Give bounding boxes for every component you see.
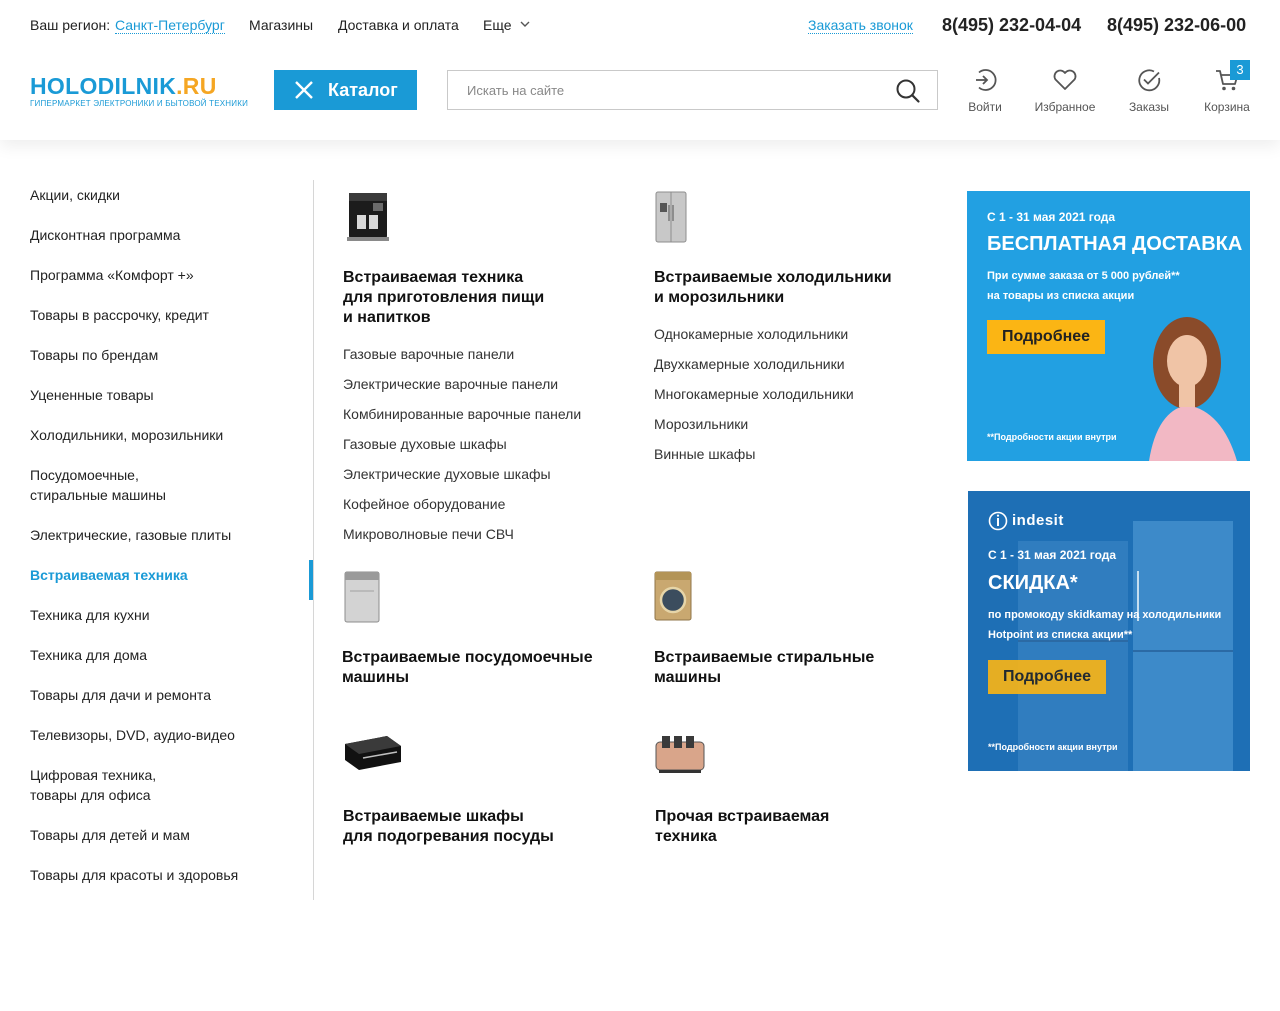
subcategory-link[interactable]: Комбинированные варочные панели [343, 399, 623, 429]
nav-link-stores[interactable]: Магазины [249, 17, 313, 33]
banner-text: по промокоду skidkamay на холодильники H… [988, 609, 1222, 641]
search-icon[interactable] [895, 78, 921, 104]
category-other-built-in: Прочая встраиваемая техника [655, 730, 945, 847]
subcategory-link[interactable]: Электрические варочные панели [343, 369, 623, 399]
phone-number-2[interactable]: 8(495) 232-06-00 [1107, 15, 1246, 36]
subcategory-link[interactable]: Двухкамерные холодильники [654, 349, 944, 379]
search-input[interactable] [448, 71, 878, 109]
promo-banner-free-delivery[interactable]: С 1 - 31 мая 2021 года БЕСПЛАТНАЯ ДОСТАВ… [967, 191, 1250, 461]
sidebar-item-beauty[interactable]: Товары для красоты и здоровья [30, 865, 238, 885]
toaster-image[interactable] [655, 730, 705, 782]
subcategory-list: Газовые варочные панели Электрические ва… [343, 339, 623, 549]
search-box [447, 70, 938, 110]
category-title[interactable]: Встраиваемые стиральные машины [654, 648, 944, 688]
category-dishwashers: Встраиваемые посудомоечные машины [342, 571, 632, 688]
nav-link-delivery[interactable]: Доставка и оплата [338, 17, 459, 33]
warming-drawer-image[interactable] [343, 730, 403, 782]
category-warming-drawers: Встраиваемые шкафы для подогревания посу… [343, 730, 633, 847]
promo-banner-discount[interactable]: indesit С 1 - 31 мая 2021 года СКИДКА* п… [968, 491, 1250, 771]
login-label: Войти [968, 100, 1002, 114]
sidebar-item-kitchen[interactable]: Техника для кухни [30, 605, 150, 625]
banner-title: СКИДКА* [988, 572, 1078, 594]
sidebar-item-discount-program[interactable]: Дисконтная программа [30, 225, 180, 245]
subcategory-list: Однокамерные холодильники Двухкамерные х… [654, 319, 944, 469]
sidebar-item-built-in[interactable]: Встраиваемая техника [30, 565, 188, 585]
subcategory-link[interactable]: Электрические духовые шкафы [343, 459, 623, 489]
banner-footnote: **Подробности акции внутри [987, 432, 1117, 442]
fridge-image[interactable] [654, 191, 704, 243]
site-header: Ваш регион: Санкт-Петербург Магазины Дос… [0, 0, 1280, 140]
category-cooking: Встраиваемая техника для приготовления п… [343, 191, 623, 549]
coffee-machine-image[interactable] [343, 191, 393, 243]
subcategory-link[interactable]: Винные шкафы [654, 439, 944, 469]
orders-label: Заказы [1128, 100, 1170, 114]
category-title[interactable]: Встраиваемые холодильники и морозильники [654, 268, 944, 308]
sidebar-item-discounted[interactable]: Уцененные товары [30, 385, 154, 405]
orders-action[interactable]: Заказы [1109, 66, 1189, 114]
cart-label: Корзина [1204, 100, 1250, 114]
banner-footnote: **Подробности акции внутри [988, 742, 1118, 752]
heart-icon [1053, 69, 1077, 90]
cart-count-badge: 3 [1230, 60, 1250, 80]
catalog-button-label: Каталог [328, 79, 398, 100]
category-fridges: Встраиваемые холодильники и морозильники… [654, 191, 944, 469]
catalog-sidebar: Акции, скидки Дисконтная программа Прогр… [0, 180, 314, 900]
category-washing-machines: Встраиваемые стиральные машины [654, 571, 944, 688]
sidebar-item-home[interactable]: Техника для дома [30, 645, 147, 665]
sidebar-item-garden[interactable]: Товары для дачи и ремонта [30, 685, 211, 705]
banner-title: БЕСПЛАТНАЯ ДОСТАВКА [987, 233, 1243, 255]
sidebar-item-brands[interactable]: Товары по брендам [30, 345, 158, 365]
region-label: Ваш регион: [30, 17, 111, 33]
sidebar-item-digital[interactable]: Цифровая техника, товары для офиса [30, 765, 156, 805]
category-title[interactable]: Встраиваемая техника для приготовления п… [343, 268, 623, 328]
catalog-button[interactable]: Каталог [274, 70, 417, 110]
sidebar-item-kids[interactable]: Товары для детей и мам [30, 825, 190, 845]
cart-action[interactable]: Корзина [1187, 66, 1267, 114]
sidebar-item-comfort-program[interactable]: Программа «Комфорт +» [30, 265, 194, 285]
banner-text: При сумме заказа от 5 000 рублей** на то… [987, 270, 1180, 302]
category-title[interactable]: Встраиваемые посудомоечные машины [342, 648, 632, 688]
category-title[interactable]: Встраиваемые шкафы для подогревания посу… [343, 807, 633, 847]
nav-link-more[interactable]: Еще [483, 17, 512, 33]
subcategory-link[interactable]: Кофейное оборудование [343, 489, 623, 519]
topbar: Ваш регион: Санкт-Петербург Магазины Дос… [0, 0, 1280, 50]
chevron-down-icon[interactable] [520, 19, 530, 29]
sidebar-item-fridges[interactable]: Холодильники, морозильники [30, 425, 223, 445]
subcategory-link[interactable]: Газовые духовые шкафы [343, 429, 623, 459]
category-title[interactable]: Прочая встраиваемая техника [655, 807, 945, 847]
check-circle-icon [1138, 69, 1161, 92]
indesit-logo-icon [988, 511, 1008, 531]
woman-photo-image [1149, 317, 1237, 461]
dishwasher-image[interactable] [342, 571, 392, 623]
sidebar-item-stoves[interactable]: Электрические, газовые плиты [30, 525, 231, 545]
washing-machine-image[interactable] [654, 571, 704, 623]
banner-details-button[interactable]: Подробнее [988, 660, 1106, 694]
phone-number-1[interactable]: 8(495) 232-04-04 [942, 15, 1081, 36]
subcategory-link[interactable]: Микроволновые печи СВЧ [343, 519, 623, 549]
sidebar-item-washers[interactable]: Посудомоечные, стиральные машины [30, 465, 166, 505]
sidebar-item-tv[interactable]: Телевизоры, DVD, аудио-видео [30, 725, 235, 745]
login-action[interactable]: Войти [945, 66, 1025, 114]
logo-wordmark: HOLODILNIK.RU [30, 73, 217, 99]
banner-date: С 1 - 31 мая 2021 года [988, 548, 1117, 562]
banner-date: С 1 - 31 мая 2021 года [987, 210, 1116, 224]
subcategory-link[interactable]: Однокамерные холодильники [654, 319, 944, 349]
favorites-action[interactable]: Избранное [1025, 66, 1105, 114]
banner-details-button[interactable]: Подробнее [987, 320, 1105, 354]
region-selector-link[interactable]: Санкт-Петербург [115, 17, 225, 34]
banner-brand-name: indesit [1012, 512, 1064, 529]
sidebar-active-indicator [309, 560, 313, 600]
sidebar-item-sales[interactable]: Акции, скидки [30, 185, 120, 205]
site-logo[interactable]: HOLODILNIK.RU ГИПЕРМАРКЕТ ЭЛЕКТРОНИКИ И … [30, 73, 249, 114]
subcategory-link[interactable]: Газовые варочные панели [343, 339, 623, 369]
subcategory-link[interactable]: Морозильники [654, 409, 944, 439]
close-icon [295, 81, 313, 99]
sidebar-item-credit[interactable]: Товары в рассрочку, кредит [30, 305, 209, 325]
logo-tagline: ГИПЕРМАРКЕТ ЭЛЕКТРОНИКИ И БЫТОВОЙ ТЕХНИК… [30, 99, 249, 108]
favorites-label: Избранное [1034, 100, 1096, 114]
login-icon [976, 69, 997, 91]
subcategory-link[interactable]: Многокамерные холодильники [654, 379, 944, 409]
callback-link[interactable]: Заказать звонок [808, 17, 913, 34]
